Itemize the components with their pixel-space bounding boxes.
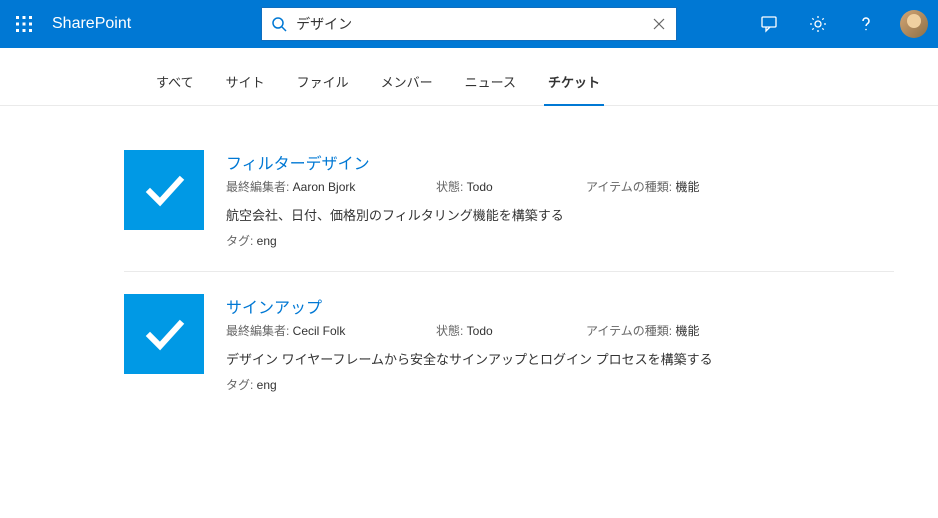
checkmark-icon <box>140 166 188 214</box>
result-title[interactable]: フィルターデザイン <box>226 150 894 174</box>
state-value: Todo <box>467 180 493 194</box>
gear-icon <box>808 14 828 34</box>
search-clear-button[interactable] <box>642 17 676 31</box>
app-title: SharePoint <box>48 15 141 33</box>
result-body: サインアップ最終編集者: Cecil Folk 状態: Todo アイテムの種類: … <box>204 294 894 393</box>
search-results: フィルターデザイン最終編集者: Aaron Bjork 状態: Todo アイテムの… <box>124 106 894 415</box>
app-launcher-button[interactable] <box>0 0 48 48</box>
search-icon <box>262 16 296 32</box>
result-description: デザイン ワイヤーフレームから安全なサインアップとログイン プロセスを構築する <box>226 349 894 368</box>
state-label: 状態: <box>436 180 467 194</box>
header-actions <box>746 0 938 48</box>
suite-header: SharePoint <box>0 0 938 48</box>
search-box[interactable] <box>261 7 677 41</box>
help-button[interactable] <box>842 0 890 48</box>
itemtype-value: 機能 <box>675 324 699 338</box>
editor-value: Cecil Folk <box>293 324 346 338</box>
itemtype-label: アイテムの種類: <box>586 324 675 338</box>
chat-button[interactable] <box>746 0 794 48</box>
result-description: 航空会社、日付、価格別のフィルタリング機能を構築する <box>226 205 894 224</box>
tab-2[interactable]: ファイル <box>281 72 365 105</box>
chat-icon <box>760 14 780 34</box>
result-tags: タグ: eng <box>226 232 894 249</box>
itemtype-value: 機能 <box>675 180 699 194</box>
result-thumbnail <box>124 294 204 374</box>
tab-1[interactable]: サイト <box>210 72 281 105</box>
tab-3[interactable]: メンバー <box>365 72 449 105</box>
state-label: 状態: <box>436 324 467 338</box>
search-input[interactable] <box>296 8 642 40</box>
state-value: Todo <box>467 324 493 338</box>
search-result: サインアップ最終編集者: Cecil Folk 状態: Todo アイテムの種類: … <box>124 271 894 415</box>
tab-0[interactable]: すべて <box>140 72 210 105</box>
account-avatar[interactable] <box>900 10 928 38</box>
settings-button[interactable] <box>794 0 842 48</box>
result-title[interactable]: サインアップ <box>226 294 894 318</box>
result-body: フィルターデザイン最終編集者: Aaron Bjork 状態: Todo アイテムの… <box>204 150 894 249</box>
waffle-icon <box>16 16 32 32</box>
checkmark-icon <box>140 310 188 358</box>
result-tags: タグ: eng <box>226 376 894 393</box>
result-meta: 最終編集者: Cecil Folk 状態: Todo アイテムの種類: 機能 <box>226 322 894 339</box>
tab-4[interactable]: ニュース <box>449 72 532 105</box>
tab-5[interactable]: チケット <box>532 72 616 105</box>
result-meta: 最終編集者: Aaron Bjork 状態: Todo アイテムの種類: 機能 <box>226 178 894 195</box>
search-result: フィルターデザイン最終編集者: Aaron Bjork 状態: Todo アイテムの… <box>124 136 894 271</box>
help-icon <box>856 14 876 34</box>
editor-value: Aaron Bjork <box>293 180 356 194</box>
editor-label: 最終編集者: <box>226 324 293 338</box>
editor-label: 最終編集者: <box>226 180 293 194</box>
close-icon <box>652 17 666 31</box>
result-thumbnail <box>124 150 204 230</box>
itemtype-label: アイテムの種類: <box>586 180 675 194</box>
search-vertical-tabs: すべてサイトファイルメンバーニュースチケット <box>0 48 938 106</box>
